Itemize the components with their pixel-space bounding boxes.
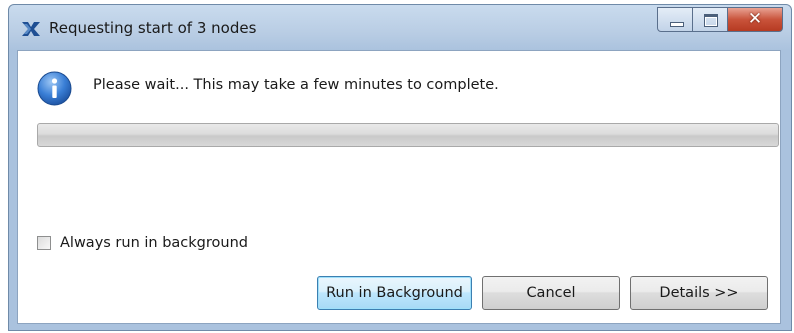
eclipse-x-icon	[22, 22, 40, 36]
status-message: Please wait... This may take a few minut…	[93, 77, 499, 93]
window-title: Requesting start of 3 nodes	[49, 19, 257, 37]
close-icon: ✕	[747, 9, 763, 29]
always-run-in-background-checkbox[interactable]	[37, 236, 51, 250]
dialog-body: Please wait... This may take a few minut…	[17, 50, 781, 324]
details-button[interactable]: Details >>	[630, 276, 768, 310]
minimize-button[interactable]	[657, 7, 693, 32]
minimize-icon	[670, 22, 684, 27]
maximize-button[interactable]	[692, 7, 728, 32]
close-button[interactable]: ✕	[727, 7, 783, 32]
maximize-icon	[704, 14, 718, 27]
run-in-background-button[interactable]: Run in Background	[317, 276, 472, 310]
info-icon	[37, 71, 72, 106]
title-bar[interactable]: Requesting start of 3 nodes ✕	[9, 5, 791, 55]
cancel-button[interactable]: Cancel	[482, 276, 620, 310]
dialog-window: Requesting start of 3 nodes ✕ Please wai…	[8, 4, 792, 331]
checkbox-label[interactable]: Always run in background	[60, 235, 248, 251]
progress-bar	[37, 123, 779, 147]
